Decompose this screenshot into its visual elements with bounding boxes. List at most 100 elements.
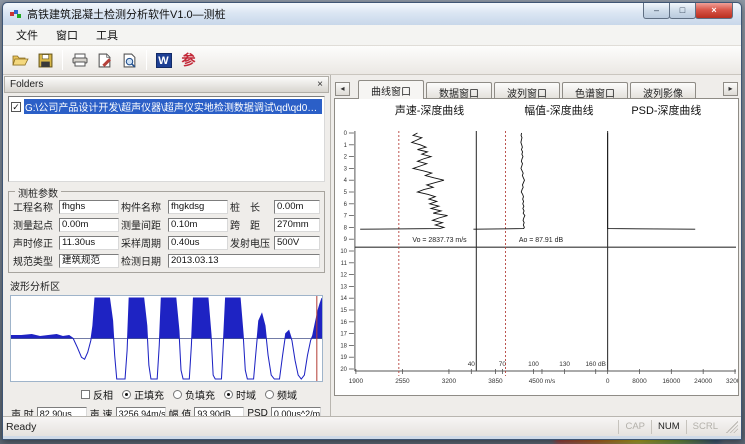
wave-options-row: 反相正填充 负填充时域 频域 <box>81 387 326 402</box>
param-field[interactable]: fhgkdsg <box>168 200 228 214</box>
svg-text:19: 19 <box>340 355 347 361</box>
status-text: Ready <box>6 421 36 433</box>
tab-3[interactable]: 色谱窗口 <box>562 82 628 98</box>
svg-text:130: 130 <box>559 361 570 368</box>
param-icon: 参 <box>182 50 196 70</box>
svg-text:PSD-深度曲线: PSD-深度曲线 <box>631 103 701 117</box>
tab-2[interactable]: 波列窗口 <box>494 82 560 98</box>
toolbar-separator <box>146 50 147 70</box>
param-field[interactable]: 0.40us <box>168 236 228 250</box>
folders-close-icon[interactable]: × <box>317 80 323 90</box>
svg-text:5: 5 <box>344 190 348 196</box>
invert-label: 反相 <box>93 387 113 402</box>
svg-text:18: 18 <box>340 343 347 349</box>
radio-option-1[interactable]: 负填充 <box>173 387 215 402</box>
svg-text:32000: 32000 <box>726 378 738 385</box>
radio-icon <box>224 390 233 399</box>
param-field[interactable]: 270mm <box>274 218 320 232</box>
tab-4[interactable]: 波列影像 <box>630 82 696 98</box>
svg-text:40: 40 <box>468 361 476 368</box>
radio-label: 负填充 <box>185 387 215 402</box>
app-window: 高铁建筑混凝土检测分析软件V1.0—测桩 – □ × 文件窗口工具 W 参 <box>2 2 742 440</box>
param-label: 跨 距 <box>230 217 272 232</box>
status-bar: Ready CAPNUMSCRL <box>3 416 741 436</box>
svg-text:幅值-深度曲线: 幅值-深度曲线 <box>524 103 593 117</box>
svg-text:14: 14 <box>340 296 347 302</box>
param-field[interactable]: 0.10m <box>168 218 228 232</box>
checkbox-icon[interactable]: ✓ <box>11 102 21 112</box>
param-field[interactable]: 建筑规范 <box>59 254 119 268</box>
tab-scroll-left-icon[interactable]: ◂ <box>335 82 350 96</box>
word-icon: W <box>156 53 172 68</box>
folders-header: Folders × <box>4 76 329 93</box>
parameters-button[interactable]: 参 <box>176 48 201 72</box>
folders-list[interactable]: ✓G:\公司产品设计开发\超声仪器\超声仪实地检测数据调试\qd\qd03\qd… <box>8 96 325 182</box>
folders-title: Folders <box>10 79 43 90</box>
radio-label: 频域 <box>277 387 297 402</box>
param-field[interactable]: 0.00m <box>59 218 119 232</box>
status-indicators: CAPNUMSCRL <box>618 417 724 436</box>
waveform-display[interactable] <box>10 295 323 382</box>
folder-item[interactable]: ✓G:\公司产品设计开发\超声仪器\超声仪实地检测数据调试\qd\qd03\qd… <box>11 99 322 114</box>
param-field[interactable]: 2013.03.13 <box>168 254 320 268</box>
tab-1[interactable]: 数据窗口 <box>426 82 492 98</box>
param-label: 工程名称 <box>13 199 57 214</box>
charts-svg: 01234567891011121314151617181920声速-深度曲线1… <box>335 99 738 395</box>
save-button[interactable] <box>33 48 58 72</box>
param-label: 检测日期 <box>121 253 166 268</box>
close-button[interactable]: × <box>695 3 733 19</box>
svg-text:0: 0 <box>344 131 348 137</box>
svg-text:8000: 8000 <box>632 378 647 385</box>
param-field[interactable]: 0.00m <box>274 200 320 214</box>
window-title: 高铁建筑混凝土检测分析软件V1.0—测桩 <box>27 6 226 22</box>
radio-option-2[interactable]: 时域 <box>224 387 256 402</box>
word-export-button[interactable]: W <box>151 48 176 72</box>
params-grid: 工程名称fhghs构件名称fhgkdsg桩 长0.00m测量起点0.00m测量间… <box>13 199 320 268</box>
print-preview-button[interactable] <box>117 48 142 72</box>
svg-text:13: 13 <box>340 284 347 290</box>
print-setup-button[interactable] <box>92 48 117 72</box>
param-label: 声时修正 <box>13 235 57 250</box>
resize-grip[interactable] <box>726 421 738 433</box>
menu-item-1[interactable]: 窗口 <box>47 25 87 45</box>
menu-item-0[interactable]: 文件 <box>7 25 47 45</box>
print-button[interactable] <box>67 48 92 72</box>
svg-text:声速-深度曲线: 声速-深度曲线 <box>395 103 464 117</box>
param-field[interactable]: 11.30us <box>59 236 119 250</box>
open-button[interactable] <box>8 48 33 72</box>
svg-text:6: 6 <box>344 202 348 208</box>
main-area: Folders × ✓G:\公司产品设计开发\超声仪器\超声仪实地检测数据调试\… <box>3 75 741 416</box>
svg-text:8: 8 <box>344 225 348 231</box>
radio-icon <box>122 390 131 399</box>
left-panel: Folders × ✓G:\公司产品设计开发\超声仪器\超声仪实地检测数据调试\… <box>3 75 331 416</box>
param-label: 构件名称 <box>121 199 166 214</box>
radio-option-0[interactable]: 正填充 <box>122 387 164 402</box>
minimize-button[interactable]: – <box>643 3 670 19</box>
menu-item-2[interactable]: 工具 <box>87 25 127 45</box>
open-folder-icon <box>12 53 30 67</box>
title-bar[interactable]: 高铁建筑混凝土检测分析软件V1.0—测桩 – □ × <box>3 3 741 25</box>
tab-scroll-right-icon[interactable]: ▸ <box>723 82 738 96</box>
maximize-button[interactable]: □ <box>669 3 696 19</box>
svg-text:Vo = 2837.73 m/s: Vo = 2837.73 m/s <box>412 237 467 244</box>
checkbox-icon <box>81 390 90 399</box>
invert-checkbox[interactable]: 反相 <box>81 387 113 402</box>
svg-text:3200: 3200 <box>442 378 457 385</box>
svg-text:7: 7 <box>344 214 348 220</box>
svg-text:160 dB: 160 dB <box>585 361 605 368</box>
toolbar-separator <box>62 50 63 70</box>
svg-text:1: 1 <box>344 143 348 149</box>
svg-text:16: 16 <box>340 320 347 326</box>
tab-0[interactable]: 曲线窗口 <box>358 80 424 99</box>
page-pen-icon <box>97 53 112 68</box>
radio-option-3[interactable]: 频域 <box>265 387 297 402</box>
param-label: 测量间距 <box>121 217 166 232</box>
param-label: 发射电压 <box>230 235 272 250</box>
right-panel: ◂ 曲线窗口数据窗口波列窗口色谱窗口波列影像 ▸ 012345678910111… <box>332 75 741 416</box>
curves-window[interactable]: 01234567891011121314151617181920声速-深度曲线1… <box>334 98 739 396</box>
param-field[interactable]: fhghs <box>59 200 119 214</box>
svg-text:1900: 1900 <box>349 378 364 385</box>
wave-svg <box>11 296 322 381</box>
pile-params-title: 测桩参数 <box>15 185 61 200</box>
param-field[interactable]: 500V <box>274 236 320 250</box>
